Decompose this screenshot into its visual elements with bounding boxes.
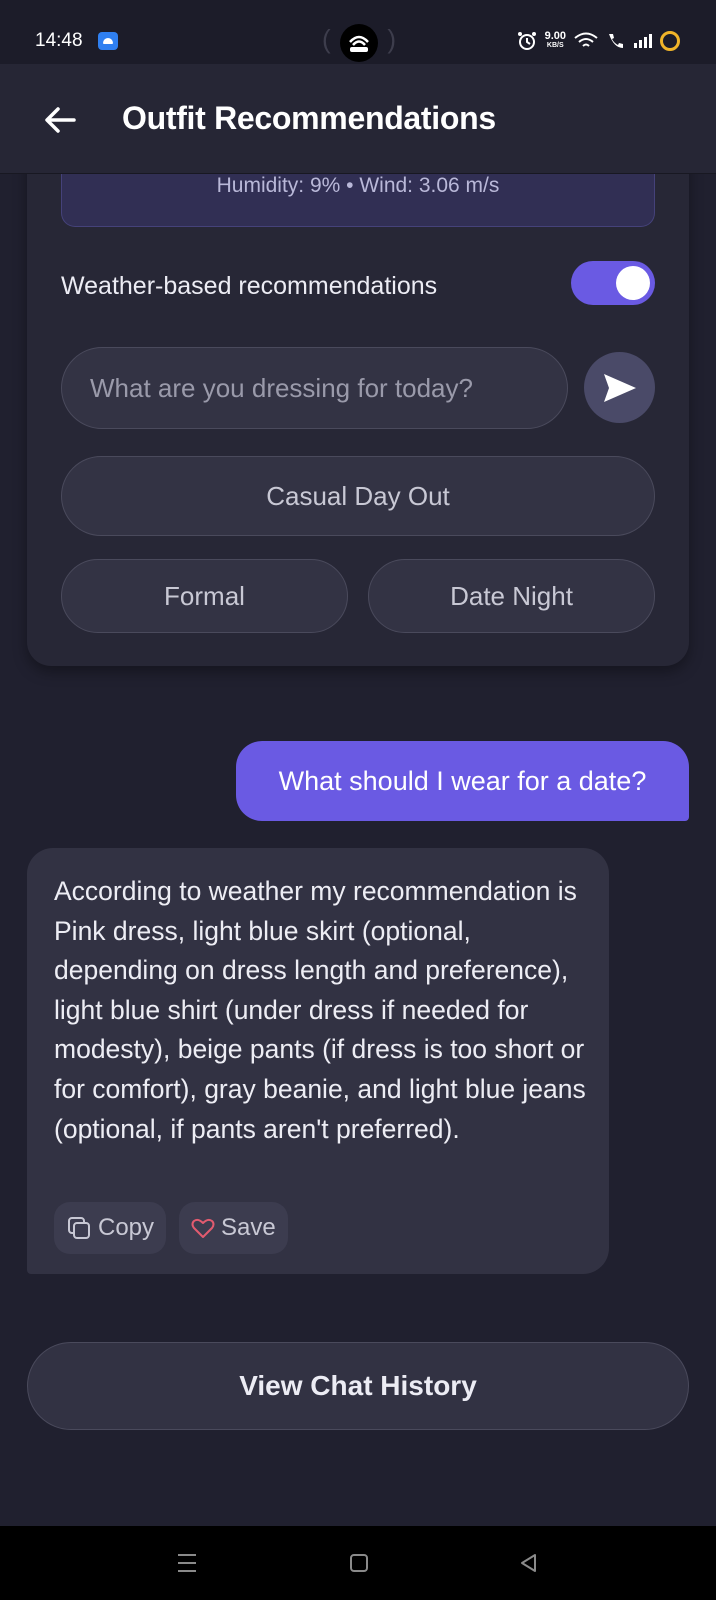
wifi-icon bbox=[574, 32, 598, 47]
occasion-input[interactable] bbox=[61, 347, 568, 429]
status-time: 14:48 bbox=[35, 30, 83, 51]
status-bar: 14:48 ( ) 9.00 KB/S bbox=[0, 0, 716, 64]
net-speed: 9.00 KB/S bbox=[545, 31, 566, 51]
copy-button[interactable]: Copy bbox=[54, 1202, 167, 1254]
back-button[interactable] bbox=[40, 100, 80, 140]
home-icon[interactable] bbox=[349, 1552, 369, 1574]
toggle-knob bbox=[616, 266, 650, 300]
wifi-call-icon bbox=[609, 34, 623, 48]
pill-bracket-left: ( bbox=[322, 24, 331, 54]
send-button[interactable] bbox=[584, 352, 655, 423]
view-chat-history-button[interactable]: View Chat History bbox=[27, 1342, 689, 1430]
chip-casual-day-out[interactable]: Casual Day Out bbox=[61, 456, 655, 536]
hotspot-icon bbox=[340, 24, 378, 62]
weather-stats: Humidity: 9% • Wind: 3.06 m/s bbox=[216, 174, 500, 197]
bot-message: According to weather my recommendation i… bbox=[27, 848, 609, 1274]
camera-cutout: ( ) bbox=[322, 24, 396, 62]
android-icon bbox=[98, 32, 118, 50]
page-title: Outfit Recommendations bbox=[122, 100, 496, 136]
weather-toggle-label: Weather-based recommendations bbox=[61, 272, 438, 300]
battery-icon bbox=[660, 31, 680, 51]
bot-message-text: According to weather my recommendation i… bbox=[54, 876, 586, 1144]
recommendation-card: Humidity: 9% • Wind: 3.06 m/s Weather-ba… bbox=[27, 120, 689, 666]
alarm-icon bbox=[517, 32, 536, 50]
signal-icon bbox=[634, 34, 652, 48]
pill-bracket-right: ) bbox=[387, 24, 396, 54]
save-label: Save bbox=[221, 1214, 276, 1241]
chip-formal[interactable]: Formal bbox=[61, 559, 348, 633]
arrow-left-icon bbox=[45, 107, 76, 133]
copy-icon bbox=[68, 1217, 90, 1239]
status-icons: 9.00 KB/S bbox=[517, 28, 680, 54]
recents-icon[interactable] bbox=[177, 1552, 197, 1574]
copy-label: Copy bbox=[98, 1214, 155, 1241]
net-speed-unit: KB/S bbox=[546, 42, 564, 49]
send-icon bbox=[604, 374, 636, 402]
user-message: What should I wear for a date? bbox=[236, 741, 689, 821]
heart-icon bbox=[191, 1218, 215, 1238]
system-nav-bar bbox=[0, 1526, 716, 1600]
save-button[interactable]: Save bbox=[179, 1202, 288, 1254]
weather-toggle[interactable] bbox=[571, 261, 655, 305]
app-bar: Outfit Recommendations bbox=[0, 64, 716, 174]
chip-date-night[interactable]: Date Night bbox=[368, 559, 655, 633]
back-nav-icon[interactable] bbox=[518, 1552, 538, 1574]
